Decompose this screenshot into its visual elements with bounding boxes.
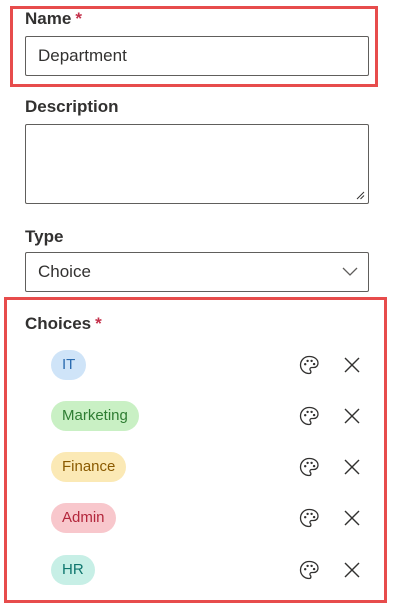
close-icon[interactable]: [339, 505, 365, 531]
palette-icon[interactable]: [296, 454, 322, 480]
name-input[interactable]: Department: [25, 36, 369, 76]
close-icon[interactable]: [339, 454, 365, 480]
name-label-text: Name: [25, 9, 72, 28]
close-icon[interactable]: [339, 403, 365, 429]
resize-grip-icon[interactable]: [355, 190, 365, 200]
close-icon[interactable]: [339, 352, 365, 378]
palette-icon[interactable]: [296, 557, 322, 583]
choices-label: Choices *: [25, 314, 102, 334]
choices-label-text: Choices: [25, 314, 92, 333]
close-icon[interactable]: [339, 557, 365, 583]
description-textarea[interactable]: [25, 124, 369, 204]
choice-chip-label: HR: [62, 561, 84, 578]
type-dropdown[interactable]: Choice: [25, 252, 369, 292]
palette-icon[interactable]: [296, 352, 322, 378]
palette-icon[interactable]: [296, 505, 322, 531]
description-label: Description: [25, 97, 119, 116]
choices-required-mark: *: [95, 314, 102, 333]
type-label: Type: [25, 227, 64, 246]
choice-chip[interactable]: IT: [51, 350, 87, 380]
palette-icon[interactable]: [296, 403, 322, 429]
type-dropdown-value: Choice: [38, 262, 91, 281]
choice-chip-label: Admin: [62, 509, 105, 526]
chevron-down-icon: [342, 267, 358, 276]
choice-chip[interactable]: HR: [51, 555, 95, 585]
name-input-value: Department: [38, 46, 127, 65]
choice-chip-label: IT: [62, 356, 76, 373]
name-required-mark: *: [75, 9, 82, 28]
choice-chip[interactable]: Marketing: [51, 401, 139, 431]
choice-chip[interactable]: Admin: [51, 503, 116, 533]
name-label: Name *: [25, 9, 82, 29]
choice-chip-label: Marketing: [62, 407, 128, 424]
choice-chip[interactable]: Finance: [51, 452, 127, 482]
choice-chip-label: Finance: [62, 458, 116, 475]
